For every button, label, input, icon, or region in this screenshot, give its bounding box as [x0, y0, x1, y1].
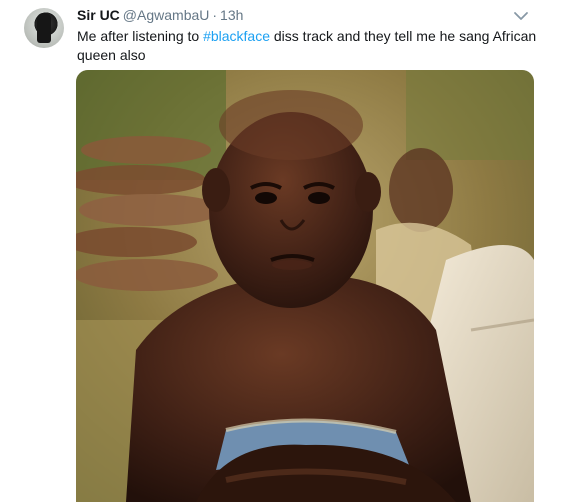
display-name[interactable]: Sir UC — [77, 7, 120, 23]
hashtag-link[interactable]: #blackface — [203, 28, 270, 44]
user-handle[interactable]: @AgwambaU — [123, 7, 210, 23]
avatar-figure — [37, 13, 51, 43]
tweet-header: Sir UC @AgwambaU · 13h — [77, 6, 243, 24]
tweet: Sir UC @AgwambaU · 13h Me after listening t… — [0, 0, 587, 502]
tweet-text: Me after listening to #blackface diss tr… — [77, 27, 547, 65]
tweet-media-photo[interactable] — [76, 70, 534, 502]
avatar[interactable] — [24, 8, 64, 48]
timestamp[interactable]: 13h — [220, 7, 243, 23]
separator: · — [212, 7, 218, 23]
chevron-down-icon[interactable] — [513, 9, 529, 23]
child-photo — [76, 70, 534, 502]
tweet-text-start: Me after listening to — [77, 28, 204, 44]
